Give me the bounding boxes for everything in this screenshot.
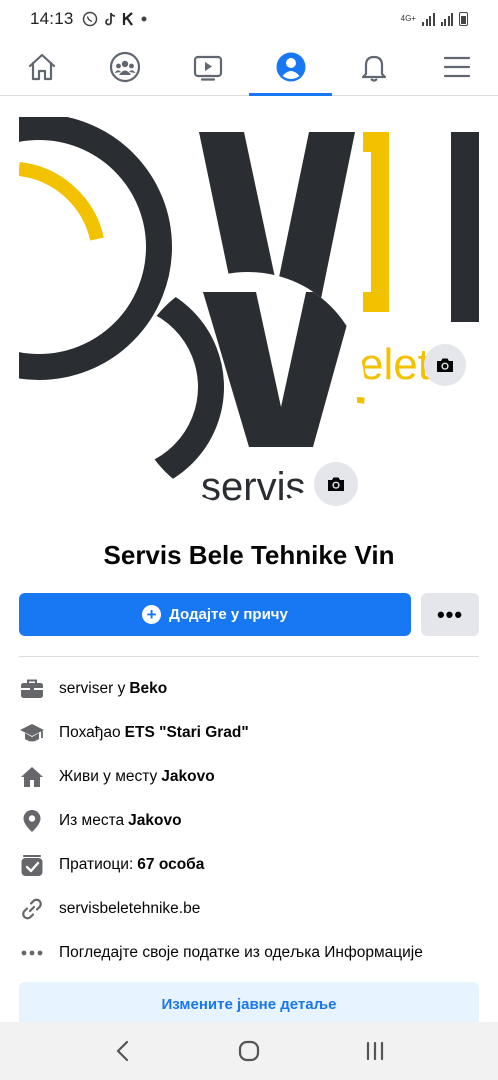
home-icon bbox=[28, 53, 55, 80]
cover-camera-button[interactable] bbox=[424, 344, 466, 386]
detail-see-about-text: Погледајте своје податке из одељка Инфор… bbox=[59, 944, 423, 961]
detail-website[interactable]: servisbeletehnike.be bbox=[19, 887, 479, 931]
battery-icon bbox=[459, 12, 468, 26]
profile-name: Servis Bele Tehnike Vin bbox=[103, 540, 395, 570]
nav-groups[interactable] bbox=[83, 38, 166, 95]
followers-icon bbox=[19, 852, 45, 878]
detail-work-text: serviser у bbox=[59, 680, 126, 697]
detail-followers[interactable]: Пратиоци: 67 особа bbox=[19, 843, 479, 887]
android-back-button[interactable] bbox=[93, 1031, 153, 1071]
signal-icon-2 bbox=[440, 12, 453, 26]
bell-icon bbox=[361, 55, 386, 82]
detail-from: Из места Jakovo bbox=[19, 799, 479, 843]
status-time: 14:13 bbox=[30, 9, 74, 28]
notification-icons bbox=[82, 11, 148, 27]
detail-followers-bold: 67 особа bbox=[137, 856, 205, 873]
camera-icon bbox=[437, 358, 453, 372]
avatar-logo-text: servis bbox=[201, 465, 305, 506]
detail-work-bold[interactable]: Beko bbox=[129, 680, 167, 698]
back-icon bbox=[116, 1040, 129, 1062]
groups-icon bbox=[109, 51, 140, 82]
detail-see-about[interactable]: Погледајте своје податке из одељка Инфор… bbox=[19, 931, 479, 975]
top-nav bbox=[0, 38, 498, 96]
briefcase-icon bbox=[19, 676, 45, 702]
add-to-story-label: Додајте у причу bbox=[169, 606, 288, 623]
network-type: 4G+ bbox=[400, 14, 416, 23]
profile-icon bbox=[276, 52, 305, 81]
viber-icon bbox=[82, 11, 97, 27]
signal-icon bbox=[422, 12, 435, 26]
nav-profile[interactable] bbox=[249, 38, 332, 96]
detail-from-bold[interactable]: Jakovo bbox=[128, 812, 181, 830]
android-home-button[interactable] bbox=[219, 1031, 279, 1071]
link-icon bbox=[19, 896, 45, 922]
detail-education-text: Похађао bbox=[59, 724, 121, 741]
camera-icon bbox=[328, 477, 344, 491]
detail-education: Похађао ETS "Stari Grad" bbox=[19, 711, 479, 755]
more-dots-icon bbox=[19, 940, 45, 966]
recents-icon bbox=[366, 1041, 384, 1061]
profile-camera-button[interactable] bbox=[312, 460, 360, 508]
edit-public-details-button[interactable]: Измените јавне детаље bbox=[19, 982, 479, 1026]
tiktok-icon bbox=[104, 12, 115, 26]
detail-lives-in-bold[interactable]: Jakovo bbox=[161, 768, 214, 786]
android-nav-bar bbox=[0, 1022, 498, 1080]
graduation-cap-icon bbox=[19, 720, 45, 746]
nav-notifications[interactable] bbox=[332, 38, 415, 95]
nav-home[interactable] bbox=[0, 38, 83, 95]
nav-watch[interactable] bbox=[166, 38, 249, 95]
menu-icon bbox=[443, 56, 470, 77]
edit-public-details-label: Измените јавне детаље bbox=[161, 995, 337, 1013]
detail-lives-in: Живи у месту Jakovo bbox=[19, 755, 479, 799]
location-pin-icon bbox=[19, 808, 45, 834]
more-options-button[interactable]: ••• bbox=[421, 593, 479, 636]
divider bbox=[19, 656, 479, 657]
house-icon bbox=[19, 764, 45, 790]
detail-followers-text: Пратиоци: bbox=[59, 856, 134, 873]
detail-from-text: Из места bbox=[59, 812, 125, 829]
more-options-label: ••• bbox=[436, 601, 464, 627]
nav-menu[interactable] bbox=[415, 38, 498, 95]
k-icon bbox=[122, 12, 133, 26]
watch-icon bbox=[193, 55, 222, 81]
plus-icon: + bbox=[142, 605, 162, 624]
detail-work: serviser у Beko bbox=[19, 667, 479, 711]
status-bar: 14:13 4G+ bbox=[0, 0, 498, 38]
detail-lives-in-text: Живи у месту bbox=[59, 768, 158, 785]
detail-website-text: servisbeletehnike.be bbox=[59, 900, 201, 917]
dot-icon bbox=[141, 16, 147, 22]
home-circle-icon bbox=[238, 1040, 260, 1062]
intro-details: serviser у Beko Похађао ETS "Stari Grad" Ж… bbox=[19, 667, 479, 975]
add-to-story-button[interactable]: + Додајте у причу bbox=[19, 593, 411, 636]
detail-education-bold[interactable]: ETS "Stari Grad" bbox=[125, 724, 249, 742]
android-recents-button[interactable] bbox=[345, 1031, 405, 1071]
